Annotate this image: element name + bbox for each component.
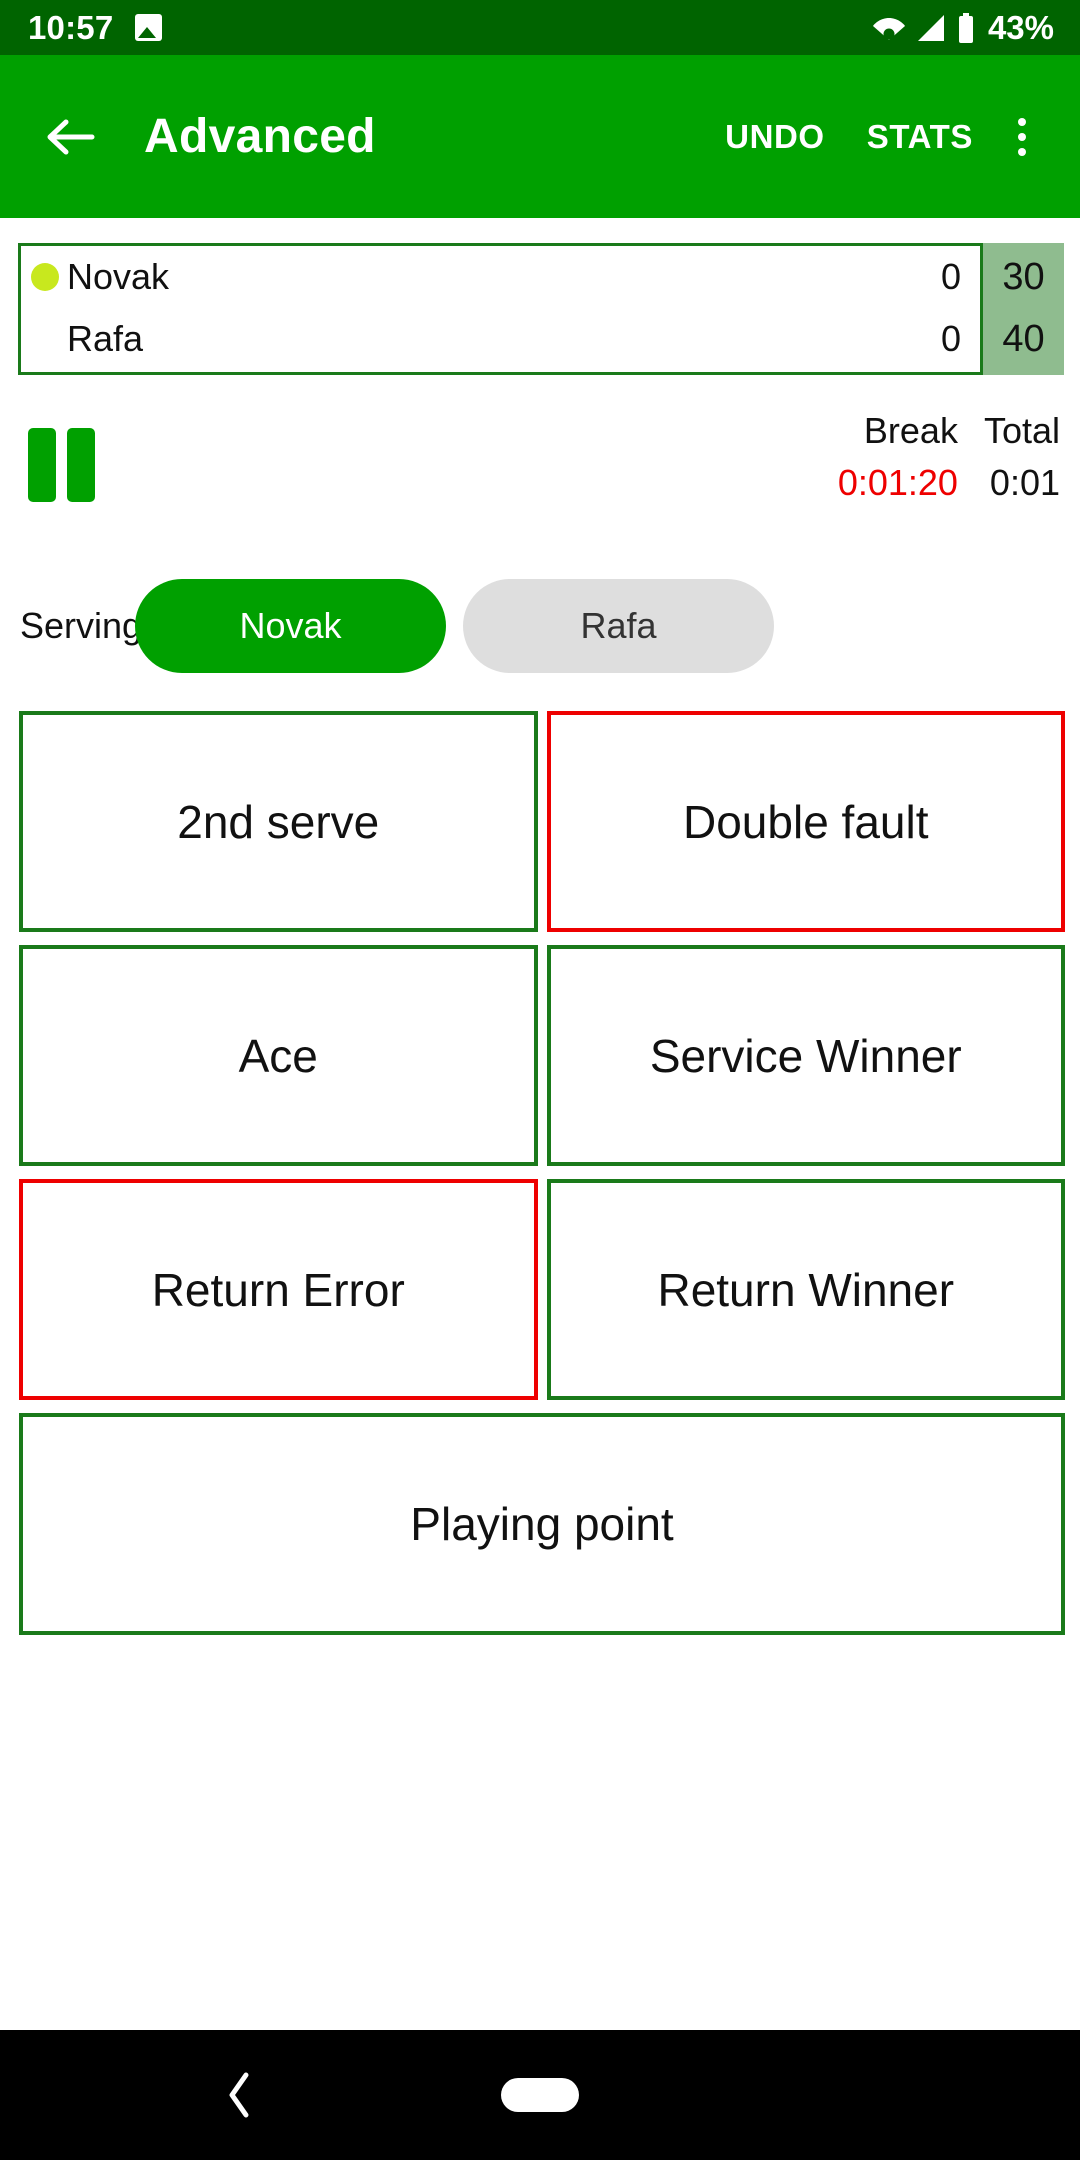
scoreboard[interactable]: Novak 0 30 Rafa 0 40 [18,243,1064,375]
serving-option-novak[interactable]: Novak [135,579,446,673]
action-button-return-error[interactable]: Return Error [19,1179,538,1400]
status-clock: 10:57 [28,8,114,46]
system-navigation-bar [0,2030,1080,2160]
total-timer-value: 0:01 [989,462,1060,503]
back-arrow-icon[interactable] [44,111,96,163]
total-timer-label: Total [983,410,1060,451]
action-button-2nd-serve[interactable]: 2nd serve [19,711,538,932]
app-bar: Advanced UNDO STATS [0,55,1080,218]
more-vertical-icon[interactable] [994,117,1050,156]
app-screen: 10:57 43% Advanced UNDO STATS Novak 0 30… [0,0,1080,2160]
tennis-ball-icon [31,263,59,291]
status-bar: 10:57 43% [0,0,1080,55]
image-icon [135,14,163,41]
player-name: Novak [67,256,170,297]
wifi-icon [872,14,906,42]
player-game-score: 40 [1002,317,1045,360]
battery-icon [956,12,976,43]
action-button-playing-point[interactable]: Playing point [19,1413,1065,1635]
serving-option-rafa[interactable]: Rafa [463,579,774,673]
match-timers: Break Total 0:01:20 0:01 [838,410,1060,504]
action-button-ace[interactable]: Ace [19,945,538,1166]
status-bar-right: 43% [872,9,1080,47]
serving-label: Serving: [20,605,153,646]
player-set-score: 0 [940,318,961,359]
break-timer-value: 0:01:20 [837,462,958,503]
player-game-score: 30 [1002,255,1045,298]
point-outcome-grid: 2nd serve Double fault Ace Service Winne… [19,711,1065,1635]
status-bar-left: 10:57 [0,8,163,47]
battery-percent-label: 43% [987,8,1054,46]
action-button-return-winner[interactable]: Return Winner [546,1179,1065,1400]
nav-back-icon[interactable] [222,2071,256,2119]
pause-icon[interactable] [28,428,95,502]
action-button-service-winner[interactable]: Service Winner [546,945,1065,1166]
player-set-score: 0 [940,256,961,297]
table-row[interactable]: Novak 0 [18,245,983,309]
action-button-double-fault[interactable]: Double fault [546,711,1065,932]
undo-button[interactable]: UNDO [704,118,846,156]
break-timer-label: Break [863,410,958,451]
nav-home-pill-icon[interactable] [501,2078,579,2112]
app-bar-actions: UNDO STATS [704,117,1080,156]
player-name: Rafa [67,318,144,359]
stats-button[interactable]: STATS [846,118,994,156]
serving-selector: Serving: Novak Rafa [20,565,1062,687]
page-title: Advanced [144,110,376,163]
table-row[interactable]: Rafa 0 [18,307,983,371]
cellular-signal-icon [916,14,946,42]
